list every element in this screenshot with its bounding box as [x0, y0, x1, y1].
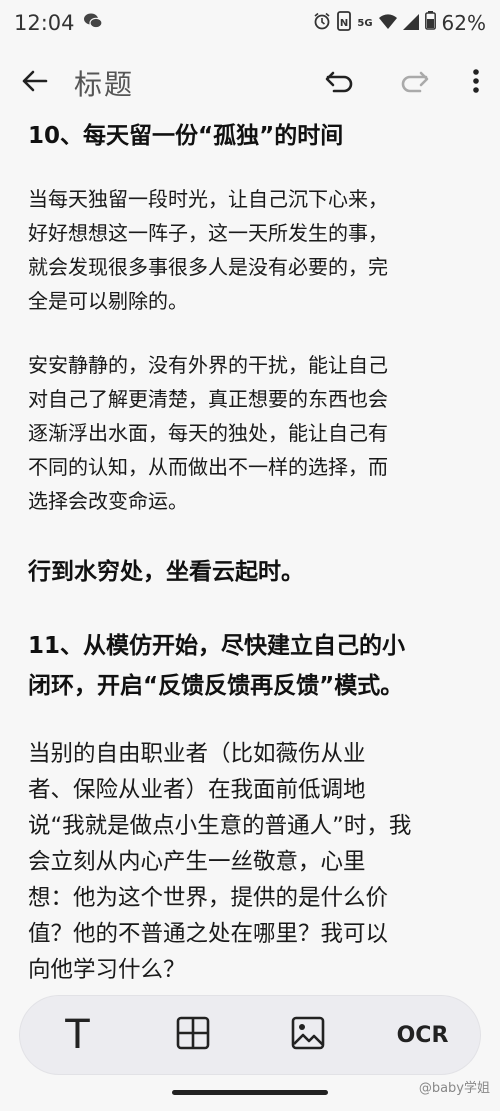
- note-content[interactable]: 10、每天留一份“孤独”的时间 当每天独留一段时光，让自己沉下心来， 好好想想这…: [28, 118, 474, 988]
- battery-percent: 62%: [441, 11, 486, 35]
- paragraph-3-line: 向他学习什么？: [28, 957, 186, 983]
- wechat-icon: [83, 11, 103, 35]
- paragraph-3-line: 值？他的不普通之处在哪里？我可以: [28, 921, 389, 947]
- status-time: 12:04: [14, 11, 75, 35]
- signal-icon: [402, 11, 419, 35]
- battery-icon: [424, 11, 436, 35]
- paragraph-3-line: 当别的自由职业者（比如薇伤从业: [28, 741, 366, 767]
- table-icon: [176, 1016, 210, 1054]
- undo-icon: [324, 69, 356, 97]
- paragraph-1-line: 当每天独留一段时光，让自己沉下心来，: [28, 187, 388, 211]
- paragraph-2-line: 不同的认知，从而做出不一样的选择，而: [28, 455, 388, 479]
- ocr-label: OCR: [396, 1022, 449, 1048]
- paragraph-1-line: 就会发现很多事很多人是没有必要的，完: [28, 255, 388, 279]
- top-toolbar: 标题: [0, 52, 500, 114]
- bottom-action-bar: T OCR: [20, 996, 480, 1074]
- back-button[interactable]: [20, 69, 48, 97]
- nfc-icon: N: [337, 10, 352, 36]
- insert-image-button[interactable]: [268, 1005, 348, 1065]
- back-arrow-icon: [20, 69, 48, 97]
- insert-table-button[interactable]: [153, 1005, 233, 1065]
- page-title[interactable]: 标题: [74, 63, 324, 103]
- image-icon: [291, 1016, 325, 1054]
- paragraph-2-line: 对自己了解更清楚，真正想要的东西也会: [28, 387, 388, 411]
- svg-text:N: N: [340, 18, 348, 29]
- text-format-button[interactable]: T: [38, 1005, 118, 1065]
- heading-quote: 行到水穷处，坐看云起时。: [28, 559, 304, 585]
- status-bar: 12:04 N 5G 62%: [0, 0, 500, 46]
- paragraph-3-line: 说“我就是做点小生意的普通人”时，我: [28, 813, 412, 839]
- heading-10: 10、每天留一份“孤独”的时间: [28, 123, 344, 149]
- redo-icon: [398, 69, 430, 97]
- paragraph-1-line: 好好想想这一阵子，这一天所发生的事，: [28, 221, 388, 245]
- paragraph-3-line: 想：他为这个世界，提供的是什么价: [28, 885, 389, 911]
- ocr-button[interactable]: OCR: [383, 1005, 463, 1065]
- redo-button[interactable]: [398, 69, 430, 97]
- more-options-button[interactable]: [472, 68, 480, 98]
- paragraph-2-line: 安安静静的，没有外界的干扰，能让自己: [28, 353, 388, 377]
- paragraph-2-line: 逐渐浮出水面，每天的独处，能让自己有: [28, 421, 388, 445]
- paragraph-3-line: 会立刻从内心产生一丝敬意，心里: [28, 849, 366, 875]
- paragraph-1-line: 全是可以剔除的。: [28, 289, 188, 313]
- heading-11-line: 闭环，开启“反馈反馈再反馈”模式。: [28, 673, 404, 699]
- heading-11-line: 11、从模仿开始，尽快建立自己的小: [28, 633, 406, 659]
- watermark: @baby学姐: [418, 1081, 490, 1096]
- alarm-icon: [313, 11, 331, 35]
- text-format-icon: T: [65, 1012, 90, 1058]
- undo-button[interactable]: [324, 69, 356, 97]
- paragraph-3-line: 者、保险从业者）在我面前低调地: [28, 777, 366, 803]
- network-tag: 5G: [357, 17, 373, 29]
- home-indicator[interactable]: [172, 1090, 328, 1095]
- more-vert-icon: [472, 68, 480, 98]
- wifi-icon: [378, 11, 397, 35]
- paragraph-2-line: 选择会改变命运。: [28, 489, 188, 513]
